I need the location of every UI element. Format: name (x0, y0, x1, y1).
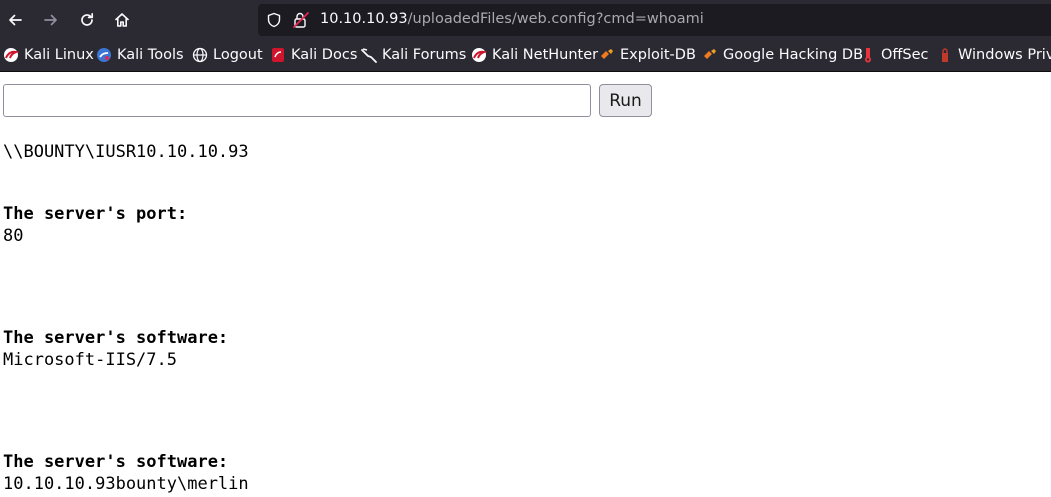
back-arrow-icon (7, 12, 23, 28)
kali-docs-icon (270, 47, 286, 63)
offsec-icon (860, 47, 876, 63)
kali-dragon-icon (3, 47, 19, 63)
insecure-lock-icon[interactable] (292, 11, 310, 33)
bookmark-label: Exploit-DB (620, 47, 696, 63)
bookmark-windows-privi[interactable]: Windows Privi (937, 45, 1051, 65)
ghdb-icon (702, 47, 718, 63)
bookmark-label: Kali Tools (117, 47, 184, 63)
run-button[interactable]: Run (599, 84, 652, 117)
kali-tools-icon (96, 47, 112, 63)
kali-forums-icon (361, 47, 377, 63)
software-heading: The server's software: (3, 328, 229, 348)
bookmark-label: Google Hacking DB (723, 47, 864, 63)
browser-chrome: 10.10.10.93/uploadedFiles/web.config?cmd… (0, 0, 1051, 72)
software-heading-2: The server's software: (3, 452, 229, 472)
bookmark-label: Kali NetHunter (492, 47, 599, 63)
home-icon (114, 12, 130, 28)
forward-arrow-icon (43, 12, 59, 28)
reload-button[interactable] (74, 7, 100, 33)
bookmark-kali-linux[interactable]: Kali Linux (3, 45, 94, 65)
port-heading: The server's port: (3, 204, 188, 224)
bookmark-label: Kali Forums (382, 47, 467, 63)
bookmark-label: Windows Privi (958, 47, 1051, 63)
forward-button[interactable] (38, 7, 64, 33)
bookmark-label: Kali Docs (291, 47, 358, 63)
bookmark-kali-forums[interactable]: Kali Forums (361, 45, 466, 65)
bookmark-offsec[interactable]: OffSec (860, 45, 929, 65)
command-input[interactable] (3, 84, 591, 117)
software-value: Microsoft-IIS/7.5 (3, 350, 177, 370)
back-button[interactable] (2, 7, 28, 33)
exploit-db-icon (599, 47, 615, 63)
bookmark-logout[interactable]: Logout (192, 45, 263, 65)
whoami-output: \\BOUNTY\IUSR10.10.10.93 (3, 142, 249, 162)
port-value: 80 (3, 226, 24, 246)
globe-icon (192, 47, 208, 63)
bookmark-kali-nethunter[interactable]: Kali NetHunter (471, 45, 598, 65)
software-value-2: 10.10.10.93bounty\merlin (3, 474, 249, 494)
home-button[interactable] (109, 7, 135, 33)
navigation-toolbar: 10.10.10.93/uploadedFiles/web.config?cmd… (0, 0, 1051, 40)
url-host: 10.10.10.93 (320, 11, 408, 27)
bookmark-label: OffSec (881, 47, 929, 63)
bookmark-label: Kali Linux (24, 47, 94, 63)
bookmark-label: Logout (213, 47, 263, 63)
windows-privesc-icon (937, 47, 953, 63)
bookmark-exploit-db[interactable]: Exploit-DB (599, 45, 696, 65)
page-content: Run \\BOUNTY\IUSR10.10.10.93 The server'… (0, 72, 1051, 497)
reload-icon (79, 12, 95, 28)
bookmark-kali-docs[interactable]: Kali Docs (270, 45, 357, 65)
shield-icon[interactable] (266, 12, 282, 32)
url-text[interactable]: 10.10.10.93/uploadedFiles/web.config?cmd… (320, 11, 704, 27)
address-bar[interactable]: 10.10.10.93/uploadedFiles/web.config?cmd… (258, 4, 1051, 36)
bookmark-google-hacking-db[interactable]: Google Hacking DB (702, 45, 863, 65)
bookmarks-toolbar: Kali Linux Kali Tools Logout Kali Docs K… (0, 43, 1051, 67)
bookmark-kali-tools[interactable]: Kali Tools (96, 45, 184, 65)
url-path: /uploadedFiles/web.config?cmd=whoami (407, 11, 704, 27)
kali-nethunter-icon (471, 47, 487, 63)
